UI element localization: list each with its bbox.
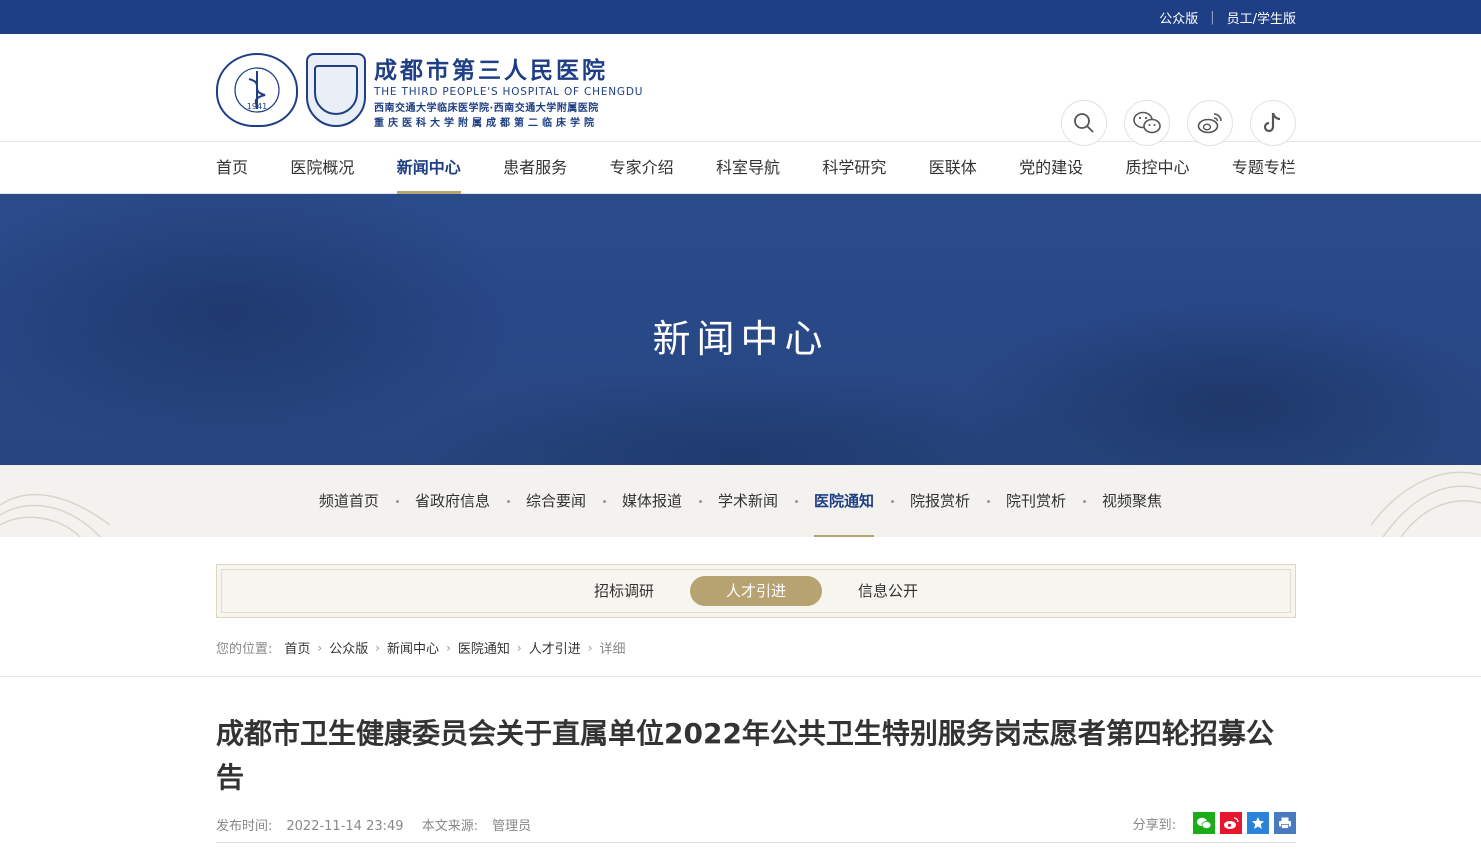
sub-nav-item-label: 院刊赏析	[1006, 492, 1067, 510]
nav-item[interactable]: 专题专栏	[1232, 142, 1296, 194]
chevron-right-icon: ›	[375, 640, 381, 655]
sub-nav-item-label: 综合要闻	[525, 492, 586, 510]
breadcrumb-link[interactable]: 公众版	[329, 638, 368, 657]
nav-item[interactable]: 质控中心	[1126, 142, 1190, 194]
divider: |	[1210, 9, 1215, 25]
shield-icon	[314, 65, 358, 115]
divider	[0, 676, 1481, 677]
nav-item[interactable]: 首页	[216, 142, 248, 194]
header-icon-group	[1044, 100, 1296, 146]
main-nav-list: 首页 医院概况 新闻中心 患者服务 专家介绍 科室导航 科学研究 医联体 党的建设 质控中心 专题专…	[216, 142, 1296, 194]
article-title: 成都市卫生健康委员会关于直属单位2022年公共卫生特别服务岗志愿者第四轮招募公告	[216, 717, 1274, 794]
sub-nav-item-label: 省政府信息	[414, 492, 490, 510]
chevron-right-icon: ›	[516, 640, 522, 655]
tabs-row: 招标调研 人才引进 信息公开	[217, 565, 1295, 617]
source-label: 本文来源:	[421, 819, 479, 834]
qzone-share-icon[interactable]	[1247, 812, 1269, 834]
tab-talent[interactable]: 人才引进	[689, 576, 822, 606]
publish-time: 2022-11-14 23:49	[286, 819, 404, 834]
chevron-right-icon: ›	[446, 640, 451, 655]
affiliation-line-2: 重庆医科大学附属成都第二临床学院	[374, 118, 598, 129]
sub-nav-item[interactable]: 综合要闻	[508, 465, 606, 537]
share-label: 分享到:	[1132, 817, 1176, 833]
sub-nav-item-label: 院报赏析	[910, 492, 971, 510]
site-header: 1941 成都市第三人民医院 THE THIRD PEOPLE'S HOSPIT…	[0, 34, 1481, 146]
tab-bidding[interactable]: 招标调研	[558, 576, 690, 606]
divider	[216, 842, 1296, 843]
nav-item[interactable]: 医联体	[929, 142, 977, 194]
nav-item[interactable]: 党的建设	[1019, 142, 1083, 194]
hospital-name-en: THE THIRD PEOPLE'S HOSPITAL OF CHENGDU	[374, 86, 644, 98]
logo-text: 成都市第三人民医院 THE THIRD PEOPLE'S HOSPITAL OF…	[374, 51, 643, 129]
affiliation-line-1: 西南交通大学临床医学院·西南交通大学附属医院	[374, 103, 599, 114]
sub-nav-item[interactable]: 省政府信息	[397, 465, 510, 537]
sub-nav-item[interactable]: 媒体报道	[604, 465, 702, 537]
source-value: 管理员	[492, 819, 532, 834]
seal-year: 1941	[246, 102, 268, 111]
breadcrumb-link[interactable]: 首页	[284, 638, 310, 657]
sub-nav-item-label: 医院通知	[814, 492, 875, 510]
university-seal-emblem	[306, 53, 366, 127]
tab-disclosure[interactable]: 信息公开	[822, 576, 954, 606]
weibo-icon[interactable]	[1187, 100, 1233, 146]
sub-nav-item-label: 学术新闻	[717, 492, 778, 510]
breadcrumb-link[interactable]: 人才引进	[529, 638, 581, 657]
search-icon[interactable]	[1061, 100, 1107, 146]
article-meta: 发布时间: 2022-11-14 23:49 本文来源: 管理员	[216, 815, 545, 834]
print-share-icon[interactable]	[1274, 812, 1296, 834]
chevron-right-icon: ›	[587, 640, 593, 655]
weibo-share-icon[interactable]	[1220, 812, 1242, 834]
sub-nav: 频道首页 省政府信息 综合要闻 媒体报道 学术新闻 医院通知 院报赏析 院刊赏析 视频聚焦	[0, 465, 1481, 537]
nav-item[interactable]: 科室导航	[716, 142, 780, 194]
breadcrumb-link[interactable]: 新闻中心	[387, 638, 439, 657]
hospital-seal-emblem: 1941	[216, 53, 298, 127]
public-version-link[interactable]: 公众版	[1159, 8, 1198, 27]
sub-nav-item[interactable]: 院报赏析	[892, 465, 991, 537]
sub-nav-item-label: 媒体报道	[621, 492, 682, 510]
breadcrumb-current: 详细	[599, 642, 626, 657]
category-tabs: 招标调研 人才引进 信息公开	[216, 564, 1296, 618]
chevron-right-icon: ›	[317, 640, 323, 655]
section-banner: 新闻中心	[0, 194, 1481, 465]
nav-item[interactable]: 患者服务	[503, 142, 567, 194]
breadcrumb-label: 您的位置:	[216, 642, 273, 657]
sub-nav-item-label: 频道首页	[318, 492, 379, 510]
nav-item[interactable]: 科学研究	[822, 142, 886, 194]
wechat-share-icon[interactable]	[1193, 812, 1215, 834]
hospital-name-cn: 成都市第三人民医院	[374, 58, 608, 84]
tiktok-icon[interactable]	[1250, 100, 1296, 146]
sub-nav-list: 频道首页 省政府信息 综合要闻 媒体报道 学术新闻 医院通知 院报赏析 院刊赏析 视频聚焦	[0, 465, 1481, 537]
nav-item[interactable]: 医院概况	[290, 142, 354, 194]
nav-item[interactable]: 专家介绍	[610, 142, 674, 194]
wechat-icon[interactable]	[1124, 100, 1170, 146]
breadcrumb-link[interactable]: 医院通知	[458, 638, 510, 657]
breadcrumb: 您的位置: 首页 › 公众版 › 新闻中心 › 医院通知 › 人才引进 › 详细	[216, 638, 626, 658]
top-bar: 公众版 | 员工/学生版	[0, 0, 1481, 34]
sub-nav-item[interactable]: 院刊赏析	[988, 465, 1087, 537]
version-links: 公众版 | 员工/学生版	[1159, 0, 1296, 34]
main-nav: 首页 医院概况 新闻中心 患者服务 专家介绍 科室导航 科学研究 医联体 党的建设 质控中心 专题专…	[0, 142, 1481, 194]
nav-item[interactable]: 新闻中心	[396, 142, 461, 194]
publish-time-label: 发布时间:	[216, 819, 273, 834]
sub-nav-item[interactable]: 医院通知	[796, 465, 895, 537]
sub-nav-item[interactable]: 学术新闻	[700, 465, 798, 537]
staff-version-link[interactable]: 员工/学生版	[1227, 8, 1296, 27]
share-bar: 分享到:	[1133, 812, 1296, 834]
banner-title: 新闻中心	[652, 317, 829, 361]
hospital-logo[interactable]: 1941 成都市第三人民医院 THE THIRD PEOPLE'S HOSPIT…	[216, 51, 643, 129]
sub-nav-item[interactable]: 频道首页	[301, 465, 399, 537]
sub-nav-item-label: 视频聚焦	[1102, 492, 1163, 510]
sub-nav-item[interactable]: 视频聚焦	[1084, 465, 1180, 537]
